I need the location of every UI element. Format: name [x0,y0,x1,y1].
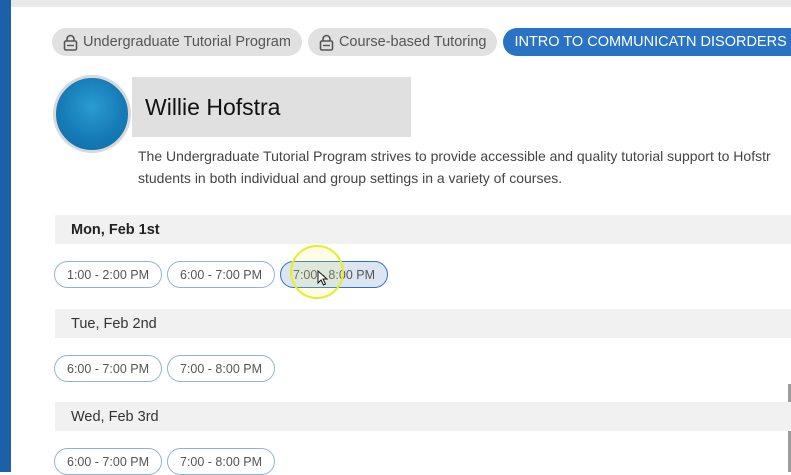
day-label: Mon, Feb 1st [71,221,160,238]
lock-icon [319,34,334,51]
chip-course-based-tutoring[interactable]: Course-based Tutoring [307,28,498,56]
description-line: students in both individual and group se… [138,170,563,186]
day-header-mon: Mon, Feb 1st [55,215,791,244]
program-description: The Undergraduate Tutorial Program striv… [138,145,791,189]
lock-icon [63,34,78,51]
tutor-name: Willie Hofstra [132,77,411,137]
chip-undergraduate-tutorial-program[interactable]: Undergraduate Tutorial Program [52,28,302,56]
slot-list-tue: 6:00 - 7:00 PM 7:00 - 8:00 PM [54,355,275,382]
day-header-wed: Wed, Feb 3rd [55,402,791,431]
time-slot-button[interactable]: 7:00 - 8:00 PM [167,355,275,382]
description-line: The Undergraduate Tutorial Program striv… [138,148,771,164]
time-slot-button[interactable]: 6:00 - 7:00 PM [167,261,275,288]
mouse-pointer-icon [317,270,328,286]
time-slot-button[interactable]: 6:00 - 7:00 PM [54,355,162,382]
day-label: Tue, Feb 2nd [71,315,157,332]
avatar [53,75,131,153]
window-top-bar [11,0,791,7]
slot-list-wed: 6:00 - 7:00 PM 7:00 - 8:00 PM [54,448,275,475]
window-left-border [0,0,11,472]
chip-course-active[interactable]: INTRO TO COMMUNICATN DISORDERS × [503,28,791,56]
chip-label: Undergraduate Tutorial Program [83,34,291,50]
chip-label: Course-based Tutoring [338,34,487,50]
filter-chips: Undergraduate Tutorial Program Course-ba… [52,28,791,56]
tutor-name-text: Willie Hofstra [145,93,281,120]
time-slot-button[interactable]: 6:00 - 7:00 PM [54,448,162,475]
time-slot-button[interactable]: 7:00 - 8:00 PM [167,448,275,475]
chip-label: INTRO TO COMMUNICATN DISORDERS [514,34,787,50]
day-header-tue: Tue, Feb 2nd [55,309,791,338]
day-label: Wed, Feb 3rd [71,408,159,425]
time-slot-button[interactable]: 1:00 - 2:00 PM [54,261,162,288]
